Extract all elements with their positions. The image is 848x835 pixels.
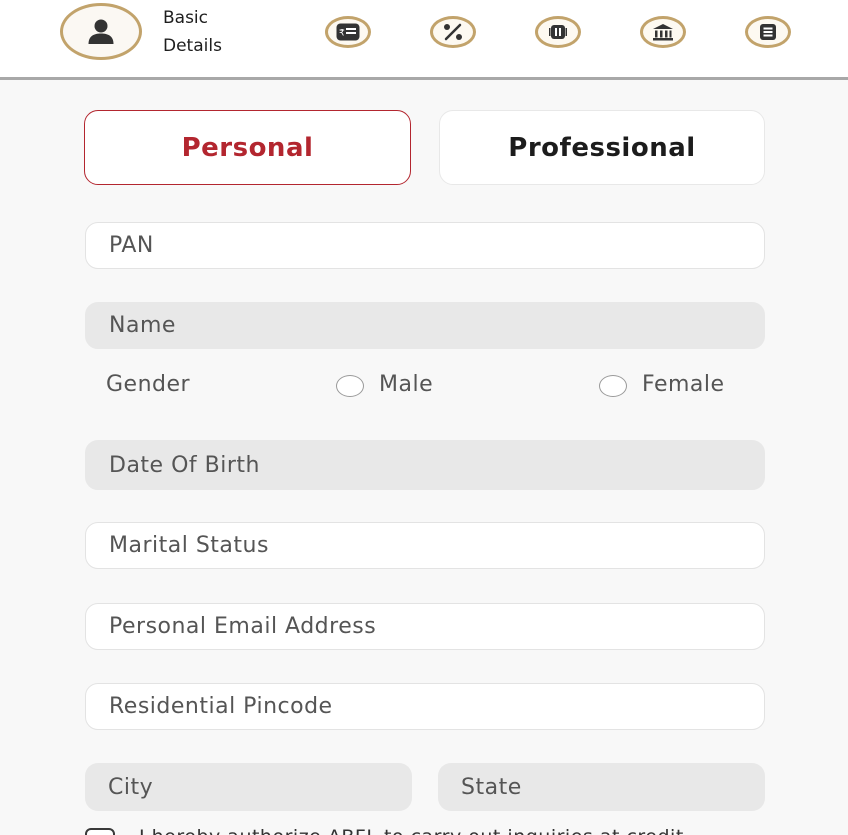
step-documents[interactable] <box>535 16 581 48</box>
step-offer[interactable] <box>430 16 476 48</box>
marital-status-placeholder: Marital Status <box>109 533 269 558</box>
step-label-line2: Details <box>163 36 222 56</box>
pincode-input[interactable]: Residential Pincode <box>85 683 765 730</box>
marital-status-select[interactable]: Marital Status <box>85 522 765 569</box>
rupee-card-icon: ₹ <box>336 23 360 41</box>
email-placeholder: Personal Email Address <box>109 614 377 639</box>
progress-stepper: Basic Details ₹ <box>0 0 848 80</box>
tab-professional[interactable]: Professional <box>439 110 765 185</box>
tab-personal[interactable]: Personal <box>84 110 411 185</box>
gender-label: Gender <box>106 372 191 397</box>
consent-row: I hereby authorize ABFL to carry out inq… <box>85 822 785 835</box>
step-label-line1: Basic <box>163 8 209 28</box>
step-basic-details-label: Basic Details <box>163 4 222 60</box>
city-input[interactable]: City <box>85 763 412 811</box>
pan-placeholder: PAN <box>109 233 154 258</box>
pan-input[interactable]: PAN <box>85 222 765 269</box>
bank-icon <box>653 24 673 41</box>
city-placeholder: City <box>108 774 154 800</box>
percent-icon <box>444 23 462 41</box>
user-icon <box>88 19 114 44</box>
pincode-placeholder: Residential Pincode <box>109 694 333 719</box>
consent-checkbox[interactable] <box>85 828 115 835</box>
step-review[interactable] <box>745 16 791 48</box>
basic-details-page: Basic Details ₹ Personal Professional PA… <box>0 0 848 835</box>
step-basic-details[interactable] <box>60 3 142 60</box>
name-input[interactable]: Name <box>85 302 765 349</box>
male-label: Male <box>379 372 434 397</box>
female-radio[interactable] <box>599 375 627 397</box>
document-icon <box>549 25 567 39</box>
list-icon <box>760 24 776 40</box>
email-input[interactable]: Personal Email Address <box>85 603 765 650</box>
gender-selector: Gender Male Female <box>106 368 756 404</box>
female-label: Female <box>642 372 725 397</box>
svg-text:₹: ₹ <box>339 29 345 39</box>
step-bank[interactable] <box>640 16 686 48</box>
consent-text: I hereby authorize ABFL to carry out inq… <box>139 826 684 835</box>
dob-input[interactable]: Date Of Birth <box>85 440 765 490</box>
state-input[interactable]: State <box>438 763 765 811</box>
step-income[interactable]: ₹ <box>325 16 371 48</box>
state-placeholder: State <box>461 774 522 800</box>
gender-option-male[interactable]: Male <box>336 372 433 397</box>
dob-placeholder: Date Of Birth <box>109 452 260 478</box>
name-placeholder: Name <box>109 313 176 338</box>
male-radio[interactable] <box>336 375 364 397</box>
gender-option-female[interactable]: Female <box>599 372 725 397</box>
